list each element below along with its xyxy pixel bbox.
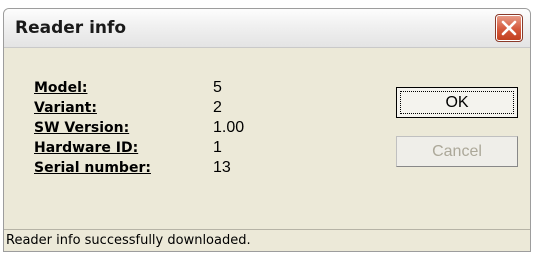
close-icon	[501, 20, 517, 36]
serial-number-value: 13	[213, 159, 231, 176]
hardware-id-value: 1	[213, 139, 222, 156]
serial-number-label: Serial number:	[34, 160, 151, 176]
cancel-button[interactable]: Cancel	[396, 136, 518, 167]
sw-version-label: SW Version:	[34, 120, 130, 136]
dialog-title: Reader info	[15, 18, 127, 38]
status-bar: Reader info successfully downloaded.	[4, 229, 530, 251]
model-label: Model:	[34, 80, 88, 96]
dialog-body: Model: Variant: SW Version: Hardware ID:…	[4, 48, 530, 228]
ok-button-label: OK	[445, 94, 469, 111]
reader-info-dialog: Reader info Model: Variant: SW Version: …	[3, 8, 531, 252]
hardware-id-label: Hardware ID:	[34, 140, 139, 156]
close-button[interactable]	[495, 14, 523, 42]
sw-version-value: 1.00	[213, 119, 245, 136]
cancel-button-label: Cancel	[432, 143, 482, 160]
field-values: 5 2 1.00 1 13	[213, 78, 244, 178]
variant-label: Variant:	[34, 100, 97, 116]
field-labels: Model: Variant: SW Version: Hardware ID:…	[34, 78, 151, 178]
variant-value: 2	[213, 99, 222, 116]
ok-button[interactable]: OK	[396, 87, 518, 118]
title-bar[interactable]: Reader info	[4, 9, 530, 48]
status-text: Reader info successfully downloaded.	[6, 233, 251, 248]
model-value: 5	[213, 79, 222, 96]
